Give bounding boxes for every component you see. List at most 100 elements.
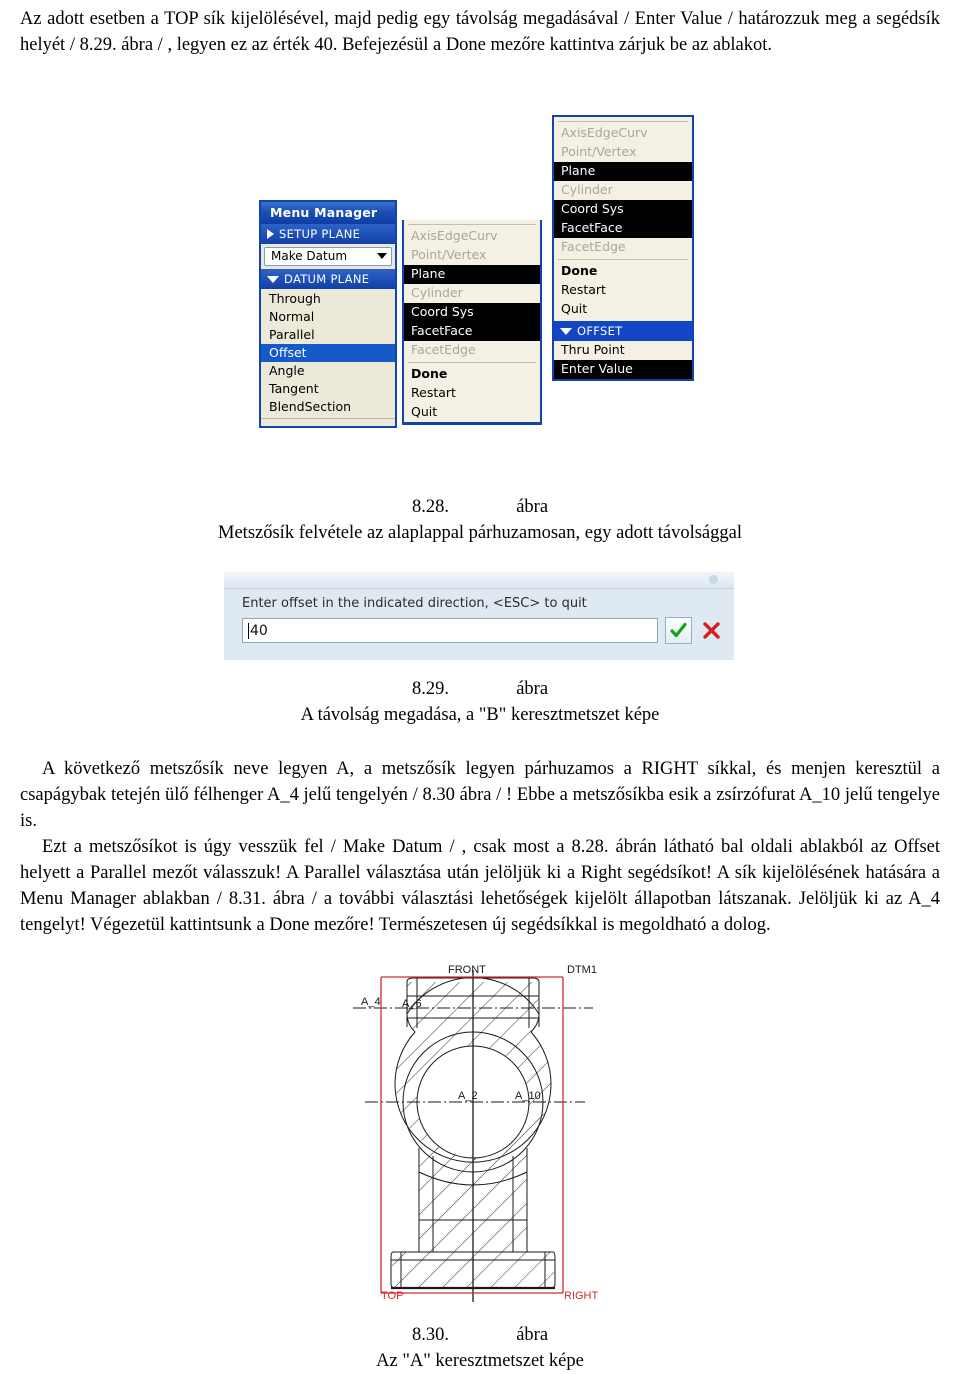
column-divider xyxy=(558,121,688,122)
menu-item-normal[interactable]: Normal xyxy=(261,308,395,326)
menu-divider xyxy=(558,259,688,260)
make-datum-dropdown[interactable]: Make Datum xyxy=(264,247,392,266)
menu-manager-footer xyxy=(261,418,395,426)
figure-829-text: A távolság megadása, a "B" keresztmetsze… xyxy=(300,705,660,725)
menu-item-label: Tangent xyxy=(269,381,319,396)
right-item-coord-sys[interactable]: Coord Sys xyxy=(554,200,692,219)
right-item-axisedgecurv: AxisEdgeCurv xyxy=(554,124,692,143)
label-a6: A_6 xyxy=(402,998,422,1010)
offset-section-header[interactable]: OFFSET xyxy=(554,321,692,341)
mid-item-cylinder: Cylinder xyxy=(404,284,540,303)
body-paragraph-1: A következő metszősík neve legyen A, a m… xyxy=(20,759,940,831)
menu-item-parallel[interactable]: Parallel xyxy=(261,326,395,344)
right-item-restart[interactable]: Restart xyxy=(554,281,692,300)
mid-item-done[interactable]: Done xyxy=(404,365,540,384)
menu-item-angle[interactable]: Angle xyxy=(261,362,395,380)
x-icon xyxy=(703,622,720,639)
mid-item-quit[interactable]: Quit xyxy=(404,403,540,422)
accept-button[interactable] xyxy=(665,617,692,644)
menu-item-label: FacetEdge xyxy=(561,239,626,254)
menu-item-label: Point/Vertex xyxy=(411,247,487,262)
check-icon xyxy=(670,622,687,638)
menu-item-through[interactable]: Through xyxy=(261,290,395,308)
right-item-done[interactable]: Done xyxy=(554,262,692,281)
menu-item-label: Restart xyxy=(411,385,456,400)
triangle-down-icon xyxy=(560,327,572,335)
right-menu-item-list: AxisEdgeCurv Point/Vertex Plane Cylinder Coo… xyxy=(554,124,692,319)
right-item-cylinder: Cylinder xyxy=(554,181,692,200)
mid-item-facetface[interactable]: FacetFace xyxy=(404,322,540,341)
datum-plane-item-list: Through Normal Parallel Offset Angle Tangent B… xyxy=(261,289,395,418)
menu-item-label: Plane xyxy=(561,163,596,178)
menu-item-label: BlendSection xyxy=(269,399,352,414)
figure-828-caption: 8.28. ábra Metszősík felvétele az alapla… xyxy=(0,494,960,546)
menu-item-label: AxisEdgeCurv xyxy=(411,228,498,243)
label-a4: A_4 xyxy=(361,996,381,1008)
menu-item-label: FacetFace xyxy=(411,323,473,338)
label-a2: A_2 xyxy=(458,1090,478,1102)
triangle-down-icon xyxy=(267,275,279,283)
datum-plane-label: DATUM PLANE xyxy=(284,272,370,286)
menu-item-label: Cylinder xyxy=(411,285,463,300)
menu-manager-window[interactable]: Menu Manager SETUP PLANE Make Datum DATU… xyxy=(259,200,397,428)
right-item-quit[interactable]: Quit xyxy=(554,300,692,319)
menu-item-label: Coord Sys xyxy=(561,201,624,216)
cancel-button[interactable] xyxy=(699,618,724,643)
menu-item-label: Restart xyxy=(561,282,606,297)
mid-item-plane[interactable]: Plane xyxy=(404,265,540,284)
menu-item-label: Parallel xyxy=(269,327,315,342)
right-item-point-vertex: Point/Vertex xyxy=(554,143,692,162)
mid-item-point-vertex: Point/Vertex xyxy=(404,246,540,265)
menu-item-tangent[interactable]: Tangent xyxy=(261,380,395,398)
figure-830-number: 8.30. xyxy=(411,1325,449,1345)
menu-item-label: Coord Sys xyxy=(411,304,474,319)
cross-section-drawing: FRONT DTM1 A_4 A_6 A_2 A_10 TOP RIGHT xyxy=(345,952,620,1320)
offset-item-thru-point[interactable]: Thru Point xyxy=(554,341,692,360)
offset-item-enter-value[interactable]: Enter Value xyxy=(554,360,692,379)
offset-dialog-titlebar xyxy=(224,572,734,589)
figure-830-word: ábra xyxy=(516,1325,549,1345)
triangle-right-icon xyxy=(267,229,274,239)
mid-item-coord-sys[interactable]: Coord Sys xyxy=(404,303,540,322)
menu-item-label: Offset xyxy=(269,345,307,360)
figure-830-text: Az "A" keresztmetszet képe xyxy=(376,1351,584,1371)
figure-828-number: 8.28. xyxy=(411,497,449,517)
middle-menu-column[interactable]: AxisEdgeCurv Point/Vertex Plane Cylinder Coo… xyxy=(402,220,542,425)
titlebar-button-icon[interactable] xyxy=(709,575,718,584)
menu-manager-titlebar: Menu Manager xyxy=(261,202,395,224)
right-item-facetedge: FacetEdge xyxy=(554,238,692,257)
menu-item-label: Normal xyxy=(269,309,315,324)
label-right: RIGHT xyxy=(564,1290,599,1302)
right-item-facetface[interactable]: FacetFace xyxy=(554,219,692,238)
body-paragraph-2: Ezt a metszősíkot is úgy vesszük fel / M… xyxy=(20,837,940,935)
menu-item-label: Cylinder xyxy=(561,182,613,197)
right-item-plane[interactable]: Plane xyxy=(554,162,692,181)
menu-item-label: Done xyxy=(561,263,598,278)
column-divider xyxy=(408,224,536,225)
cross-section-svg: FRONT DTM1 A_4 A_6 A_2 A_10 TOP RIGHT xyxy=(353,964,599,1302)
middle-menu-item-list: AxisEdgeCurv Point/Vertex Plane Cylinder Coo… xyxy=(404,227,540,422)
menu-divider xyxy=(408,362,536,363)
offset-value-text: 40 xyxy=(250,622,268,639)
figure-829-number: 8.29. xyxy=(411,679,449,699)
setup-plane-section[interactable]: SETUP PLANE xyxy=(261,224,395,244)
right-menu-column[interactable]: AxisEdgeCurv Point/Vertex Plane Cylinder Coo… xyxy=(552,115,694,381)
offset-value-input[interactable]: 40 xyxy=(242,618,658,643)
label-top: TOP xyxy=(381,1290,403,1302)
menu-item-blendsection[interactable]: BlendSection xyxy=(261,398,395,416)
menu-item-label: Enter Value xyxy=(561,361,633,376)
label-a10: A_10 xyxy=(515,1090,541,1102)
label-front: FRONT xyxy=(448,964,486,976)
mid-item-restart[interactable]: Restart xyxy=(404,384,540,403)
figure-828-text: Metszősík felvétele az alaplappal párhuz… xyxy=(218,523,742,543)
menu-item-offset[interactable]: Offset xyxy=(261,344,395,362)
mid-item-facetedge: FacetEdge xyxy=(404,341,540,360)
datum-plane-section[interactable]: DATUM PLANE xyxy=(261,269,395,289)
figure-828-word: ábra xyxy=(516,497,549,517)
menu-item-label: Through xyxy=(269,291,321,306)
menu-item-label: FacetEdge xyxy=(411,342,476,357)
offset-value-dialog[interactable]: Enter offset in the indicated direction,… xyxy=(224,572,734,660)
menu-item-label: Quit xyxy=(411,404,438,419)
menu-item-label: Plane xyxy=(411,266,446,281)
menu-item-label: Quit xyxy=(561,301,588,316)
